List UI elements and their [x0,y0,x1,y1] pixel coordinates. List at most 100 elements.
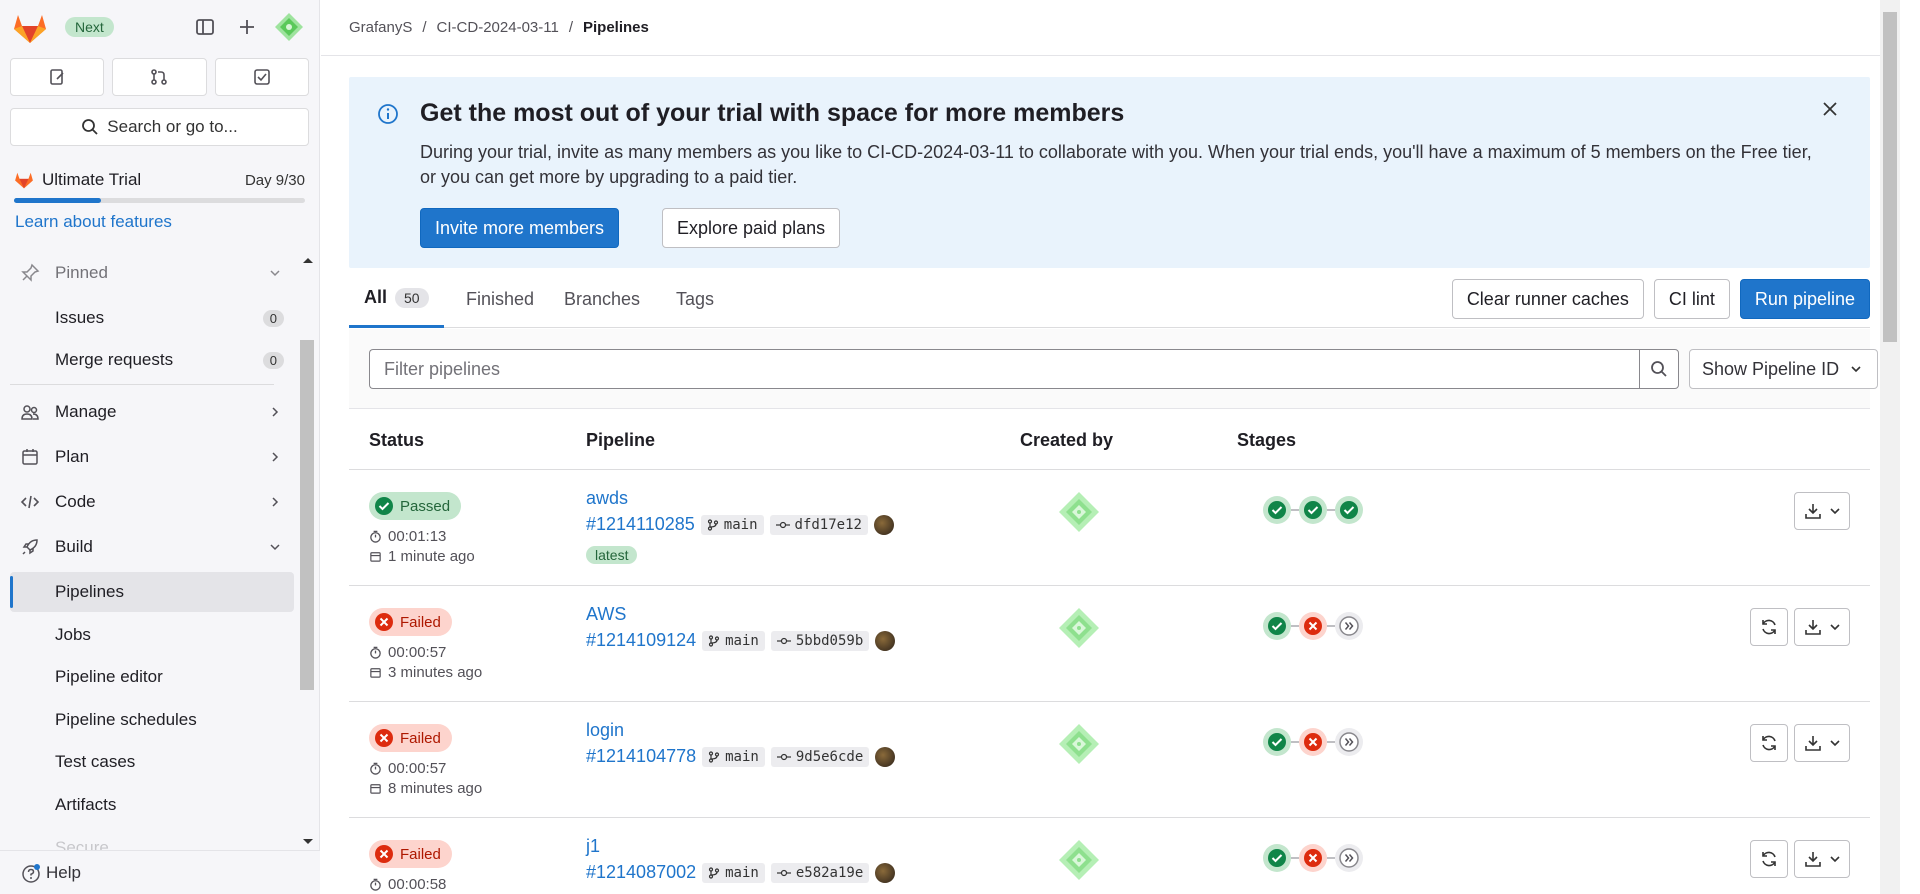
stage-skipped-icon[interactable] [1335,612,1363,640]
tab-tags[interactable]: Tags [676,270,714,328]
sidebar-item-issues[interactable]: Issues 0 [10,298,294,338]
retry-button[interactable] [1750,724,1788,762]
commit-author-avatar[interactable] [875,630,896,651]
sidebar-item-pipeline-schedules[interactable]: Pipeline schedules [10,700,294,740]
sidebar-item-code[interactable]: Code [10,482,294,522]
status-badge[interactable]: Passed [369,492,462,520]
user-avatar[interactable] [274,12,304,42]
pipeline-id-link[interactable]: #1214087002 [586,862,696,883]
filter-pipelines-input[interactable]: Filter pipelines [369,349,1639,389]
retry-button[interactable] [1750,840,1788,878]
duration-value: 00:00:57 [388,644,447,661]
download-artifacts-button[interactable] [1794,724,1850,762]
stage-success-icon[interactable] [1299,496,1327,524]
breadcrumb-project[interactable]: CI-CD-2024-03-11 [437,19,559,36]
commit-author-avatar[interactable] [875,746,896,767]
stage-success-icon[interactable] [1335,496,1363,524]
stage-failed-icon[interactable] [1299,728,1327,756]
clear-runner-caches-button[interactable]: Clear runner caches [1451,279,1644,319]
trial-status[interactable]: Ultimate Trial Day 9/30 [14,170,305,203]
download-icon [1805,620,1821,635]
ci-lint-button[interactable]: CI lint [1653,279,1730,319]
sidebar-scrollbar[interactable] [298,250,318,850]
tab-label: Branches [564,288,641,309]
page-scroll-thumb[interactable] [1883,12,1897,342]
commit-chip[interactable]: dfd17e12 [769,514,868,535]
creator-avatar[interactable] [1057,838,1101,882]
todos-shortcut[interactable] [214,58,309,96]
sidebar-item-test-cases[interactable]: Test cases [10,742,294,782]
creator-avatar[interactable] [1057,490,1101,534]
stage-skipped-icon[interactable] [1335,844,1363,872]
pipeline-name-link[interactable]: awds [586,488,628,509]
sidebar-item-manage[interactable]: Manage [10,392,294,432]
breadcrumb-current[interactable]: Pipelines [583,19,649,36]
pipeline-name-link[interactable]: AWS [586,604,626,625]
pipeline-id-link[interactable]: #1214110285 [586,514,695,535]
pipeline-id-link[interactable]: #1214109124 [586,630,696,651]
stage-failed-icon[interactable] [1299,612,1327,640]
pipeline-name-link[interactable]: login [586,720,624,741]
stage-success-icon[interactable] [1263,612,1291,640]
merge-requests-shortcut[interactable] [112,58,207,96]
branch-chip[interactable]: main [702,862,765,883]
page-scrollbar[interactable] [1880,0,1900,894]
sidebar-item-build[interactable]: Build [10,527,294,567]
sidebar-item-secure[interactable]: Secure [10,828,294,850]
tab-branches[interactable]: Branches [564,270,640,328]
creator-avatar[interactable] [1057,606,1101,650]
gitlab-logo-icon[interactable] [12,12,48,44]
explore-paid-plans-button[interactable]: Explore paid plans [662,208,841,248]
tab-finished[interactable]: Finished [466,270,534,328]
search-button[interactable]: Search or go to... [10,108,309,146]
breadcrumb-group[interactable]: GrafanyS [349,19,412,36]
status-badge[interactable]: Failed [369,724,452,752]
filter-search-button[interactable] [1639,349,1679,389]
toggle-sidebar-icon[interactable] [194,16,216,38]
status-badge[interactable]: Failed [369,840,452,868]
download-artifacts-button[interactable] [1794,492,1850,530]
commit-author-avatar[interactable] [873,514,894,535]
help-button[interactable]: Help [0,850,320,894]
sidebar-item-jobs[interactable]: Jobs [10,615,294,655]
pipeline-id-link[interactable]: #1214104778 [586,746,696,767]
sidebar-item-merge-requests[interactable]: Merge requests 0 [10,340,294,380]
download-artifacts-button[interactable] [1794,608,1850,646]
commit-chip[interactable]: 9d5e6cde [770,746,870,767]
invite-members-button[interactable]: Invite more members [420,208,620,248]
sidebar-item-artifacts[interactable]: Artifacts [10,785,294,825]
pipeline-name-link[interactable]: j1 [586,836,600,857]
stage-failed-icon[interactable] [1299,844,1327,872]
stage-success-icon[interactable] [1263,728,1291,756]
stage-skipped-icon[interactable] [1335,728,1363,756]
sidebar-item-pinned[interactable]: Pinned [10,253,294,293]
sidebar-item-plan[interactable]: Plan [10,437,294,477]
download-artifacts-button[interactable] [1794,840,1850,878]
close-icon[interactable] [1820,99,1840,119]
issues-shortcut[interactable] [10,58,105,96]
stage-success-icon[interactable] [1263,844,1291,872]
table-row: Failed 00:00:58 j1 #1214087002 main e582… [349,818,1870,894]
learn-about-features-link[interactable]: Learn about features [15,212,172,232]
branch-chip[interactable]: main [702,630,765,651]
sidebar-item-pipeline-editor[interactable]: Pipeline editor [10,657,294,697]
status-badge[interactable]: Failed [369,608,452,636]
scroll-down-icon[interactable] [298,834,318,848]
run-pipeline-button[interactable]: Run pipeline [1739,279,1870,319]
creator-avatar[interactable] [1057,722,1101,766]
next-badge[interactable]: Next [65,17,114,37]
tab-all[interactable]: All 50 [349,270,444,328]
branch-chip[interactable]: main [700,514,764,535]
branch-chip[interactable]: main [702,746,765,767]
stage-success-icon[interactable] [1263,496,1291,524]
commit-chip[interactable]: e582a19e [770,862,870,883]
commit-chip[interactable]: 5bbd059b [770,630,870,651]
plus-icon[interactable] [236,16,258,38]
commit-author-avatar[interactable] [875,862,896,883]
scroll-up-icon[interactable] [298,254,318,268]
show-pipeline-id-dropdown[interactable]: Show Pipeline ID [1689,349,1878,389]
retry-button[interactable] [1750,608,1788,646]
commit-sha: 9d5e6cde [795,748,864,765]
sidebar-item-pipelines[interactable]: Pipelines [10,572,294,612]
sidebar-scroll-thumb[interactable] [300,340,314,690]
